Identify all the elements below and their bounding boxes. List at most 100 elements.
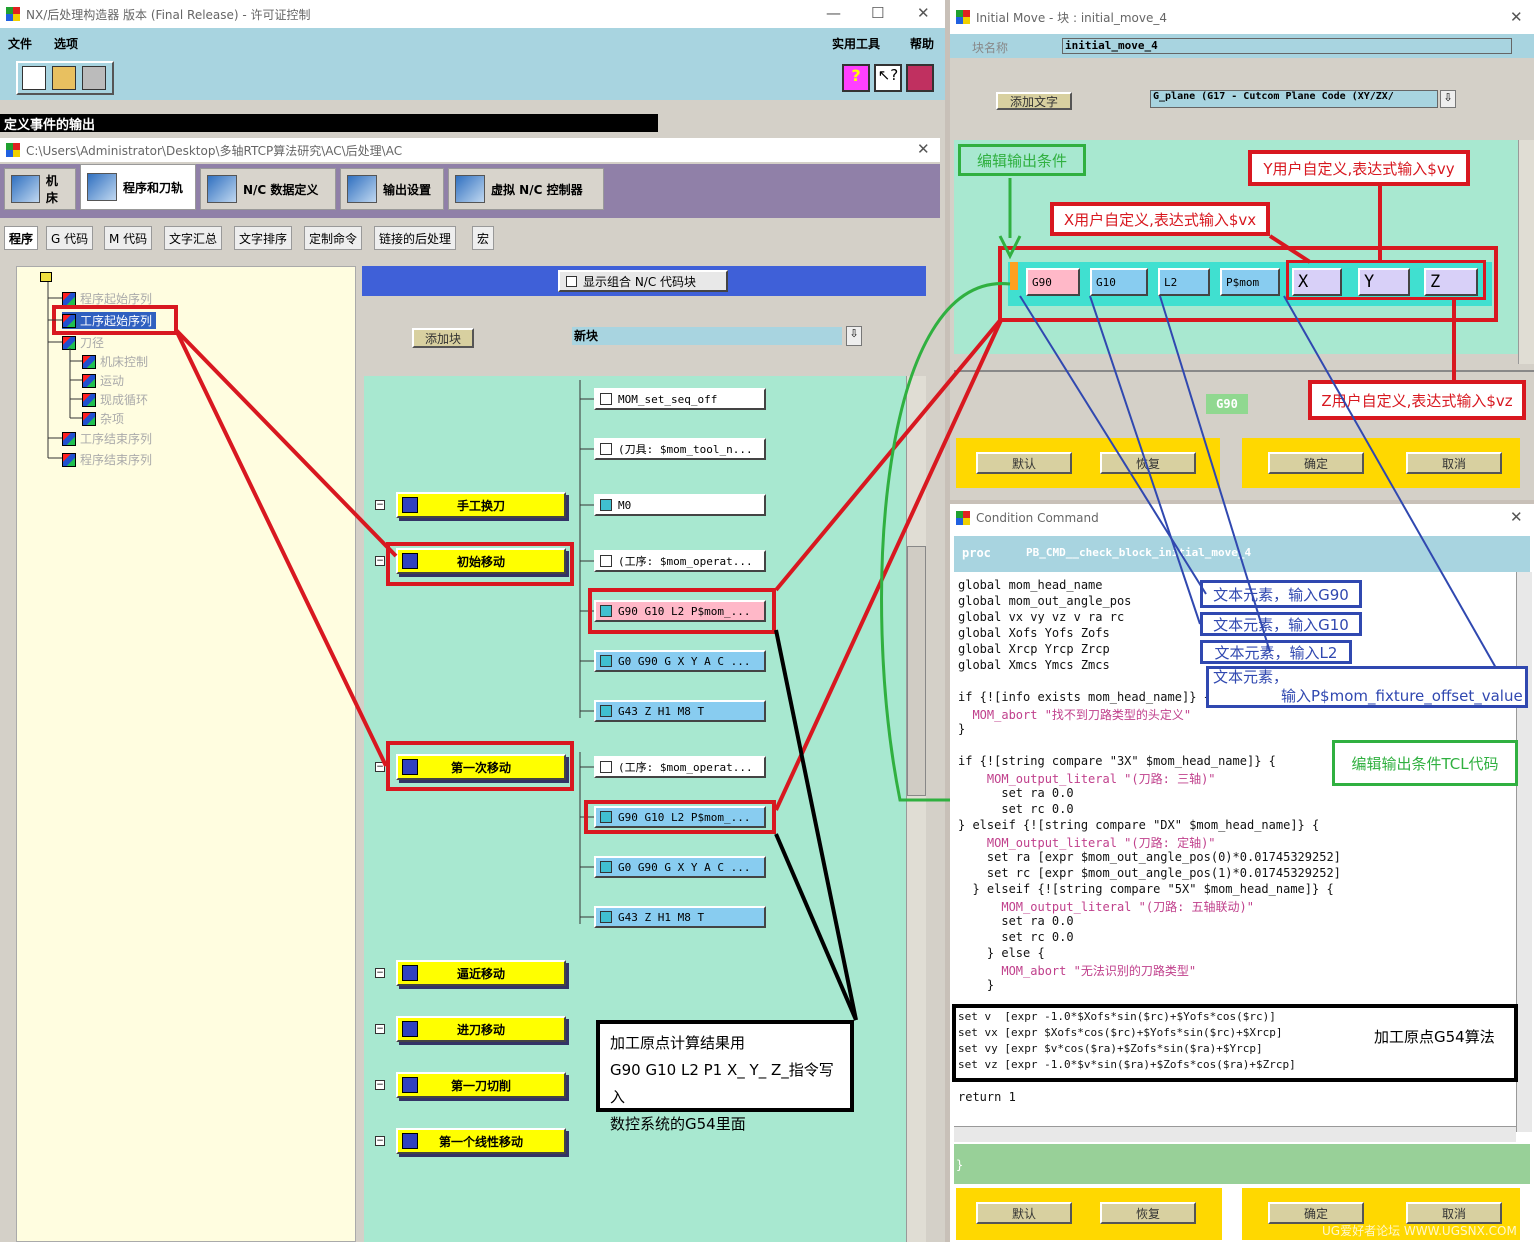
window-icon — [956, 511, 970, 525]
button-label: 默认 — [1011, 1206, 1036, 1221]
code-line[interactable]: MOM_output_literal "(刀路: 定轴)" — [958, 834, 1216, 851]
code-line[interactable]: global mom_out_angle_pos — [958, 594, 1131, 608]
code-line[interactable]: } elseif {![string compare "5X" $mom_hea… — [958, 882, 1333, 896]
annotation-y-user: Y用户自定义,表达式输入$vy — [1248, 150, 1470, 186]
default-button[interactable]: 默认 — [976, 452, 1072, 474]
code-line[interactable]: if {![info exists mom_head_name]} { — [958, 690, 1211, 704]
event-first-linear-move[interactable]: 第一个线性移动 — [396, 1128, 566, 1154]
block-node[interactable]: (工序: $mom_operat... — [594, 550, 766, 572]
block-node[interactable]: G43 Z H1 M8 T — [594, 906, 766, 928]
block-node[interactable]: (刀具: $mom_tool_n... — [594, 438, 766, 460]
event-engage-move[interactable]: 进刀移动 — [396, 1016, 566, 1042]
code-line[interactable]: global Xrcp Yrcp Zrcp — [958, 642, 1110, 656]
event-label: 手工换刀 — [456, 498, 505, 513]
node-label: M0 — [618, 498, 632, 512]
code-line[interactable]: set rc [expr $mom_out_angle_pos(1)*0.017… — [958, 866, 1341, 880]
code-line[interactable]: global vx vy vz v ra rc — [958, 610, 1124, 624]
word-select[interactable]: G_plane (G17 - Cutcom Plane Code (XY/ZX/ — [1150, 90, 1438, 108]
highlight-block-1 — [588, 588, 776, 634]
node-label: G43 Z H1 M8 T — [618, 704, 705, 718]
closing-brace: } — [956, 1158, 964, 1172]
restore-button[interactable]: 恢复 — [1100, 452, 1196, 474]
code-line[interactable]: } — [958, 722, 965, 736]
code-line[interactable]: if {![string compare "3X" $mom_head_name… — [958, 754, 1276, 768]
ok-button[interactable]: 确定 — [1268, 1202, 1364, 1224]
highlight-initial-move — [386, 542, 574, 586]
event-icon — [402, 1133, 418, 1149]
code-line[interactable]: set ra 0.0 — [958, 914, 1073, 928]
window-icon — [956, 10, 970, 24]
cancel-button[interactable]: 取消 — [1406, 1202, 1502, 1224]
code-line[interactable]: set ra 0.0 — [958, 786, 1073, 800]
block-node[interactable]: G0 G90 G X Y A C ... — [594, 650, 766, 672]
collapse-icon[interactable]: − — [375, 500, 385, 510]
event-manual-toolchange[interactable]: 手工换刀 — [396, 492, 566, 518]
block-name-label: 块名称 — [972, 41, 1009, 55]
collapse-icon[interactable]: − — [375, 1024, 385, 1034]
code-line[interactable]: set rc 0.0 — [958, 930, 1073, 944]
block-node[interactable]: G0 G90 G X Y A C ... — [594, 856, 766, 878]
code-scrollbar[interactable] — [1516, 572, 1532, 1132]
event-icon — [402, 497, 418, 513]
event-icon — [402, 1021, 418, 1037]
collapse-icon[interactable]: − — [375, 762, 385, 772]
code-line[interactable]: MOM_output_literal "(刀路: 三轴)" — [958, 770, 1216, 787]
calc-line[interactable]: set v [expr -1.0*$Xofs*sin($rc)+$Yofs*co… — [958, 1010, 1276, 1023]
code-line[interactable]: MOM_abort "无法识别的刀路类型" — [958, 962, 1196, 979]
button-label: 确定 — [1303, 1206, 1328, 1221]
code-line[interactable]: set ra [expr $mom_out_angle_pos(0)*0.017… — [958, 850, 1341, 864]
restore-button[interactable]: 恢复 — [1100, 1202, 1196, 1224]
comment-icon — [600, 761, 612, 773]
block-name-field[interactable]: initial_move_4 — [1062, 38, 1512, 54]
block-node[interactable]: (工序: $mom_operat... — [594, 756, 766, 778]
button-label: 恢复 — [1135, 1206, 1160, 1221]
code-line[interactable]: global Xofs Yofs Zofs — [958, 626, 1110, 640]
code-hscrollbar[interactable] — [954, 1126, 1516, 1142]
annotation-text: 文本元素，输入G90 — [1213, 585, 1349, 604]
preview-text: G90 — [1206, 394, 1248, 414]
calc-line[interactable]: set vz [expr -1.0*$v*sin($ra)+$Zofs*cos(… — [958, 1058, 1296, 1071]
calc-line[interactable]: set vx [expr $Xofs*cos($rc)+$Yofs*sin($r… — [958, 1026, 1283, 1039]
event-label: 第一刀切削 — [450, 1078, 511, 1093]
code-line[interactable]: set rc 0.0 — [958, 802, 1073, 816]
element-canvas-scrollbar[interactable] — [1518, 140, 1534, 364]
code-line[interactable]: } elseif {![string compare "DX" $mom_hea… — [958, 818, 1319, 832]
node-label: G43 Z H1 M8 T — [618, 910, 705, 924]
event-first-cut[interactable]: 第一刀切削 — [396, 1072, 566, 1098]
calc-line[interactable]: set vy [expr $v*cos($ra)+$Zofs*sin($ra)+… — [958, 1042, 1263, 1055]
event-approach-move[interactable]: 逼近移动 — [396, 960, 566, 986]
return-line[interactable]: return 1 — [958, 1090, 1016, 1104]
button-label: 取消 — [1441, 456, 1466, 471]
collapse-icon[interactable]: − — [375, 1136, 385, 1146]
preview-value: G90 — [1216, 397, 1238, 411]
event-icon — [402, 965, 418, 981]
add-text-button[interactable]: 添加文字 — [996, 92, 1072, 110]
code-line[interactable]: } — [958, 978, 994, 992]
node-label: (工序: $mom_operat... — [618, 555, 753, 568]
block-node[interactable]: MOM_set_seq_off — [594, 388, 766, 410]
code-line[interactable]: global mom_head_name — [958, 578, 1103, 592]
annotation-text: Y用户自定义,表达式输入$vy — [1263, 159, 1455, 178]
code-line[interactable]: MOM_output_literal "(刀路: 五轴联动)" — [958, 898, 1254, 915]
collapse-icon[interactable]: − — [375, 968, 385, 978]
block-icon — [600, 911, 612, 923]
block-node[interactable]: G43 Z H1 M8 T — [594, 700, 766, 722]
annotation-text-g10: 文本元素，输入G10 — [1200, 612, 1362, 636]
close-icon[interactable]: ✕ — [1510, 508, 1523, 526]
annotation-text: 输入P$mom_fixture_offset_value — [1281, 687, 1523, 705]
code-line[interactable]: } else { — [958, 946, 1045, 960]
collapse-icon[interactable]: − — [375, 1080, 385, 1090]
close-icon[interactable]: ✕ — [1510, 8, 1523, 26]
block-node[interactable]: M0 — [594, 494, 766, 516]
dropdown-arrow-icon[interactable]: ⇩ — [1440, 90, 1456, 108]
code-line[interactable]: MOM_abort "找不到刀路类型的头定义" — [958, 706, 1191, 723]
collapse-icon[interactable]: − — [375, 556, 385, 566]
default-button[interactable]: 默认 — [976, 1202, 1072, 1224]
event-label: 进刀移动 — [456, 1022, 505, 1037]
block-name-value: initial_move_4 — [1065, 39, 1158, 52]
code-line[interactable]: global Xmcs Ymcs Zmcs — [958, 658, 1110, 672]
event-label: 第一个线性移动 — [438, 1134, 523, 1149]
note-line: 数控系统的G54里面 — [610, 1115, 746, 1133]
ok-button[interactable]: 确定 — [1268, 452, 1364, 474]
cancel-button[interactable]: 取消 — [1406, 452, 1502, 474]
